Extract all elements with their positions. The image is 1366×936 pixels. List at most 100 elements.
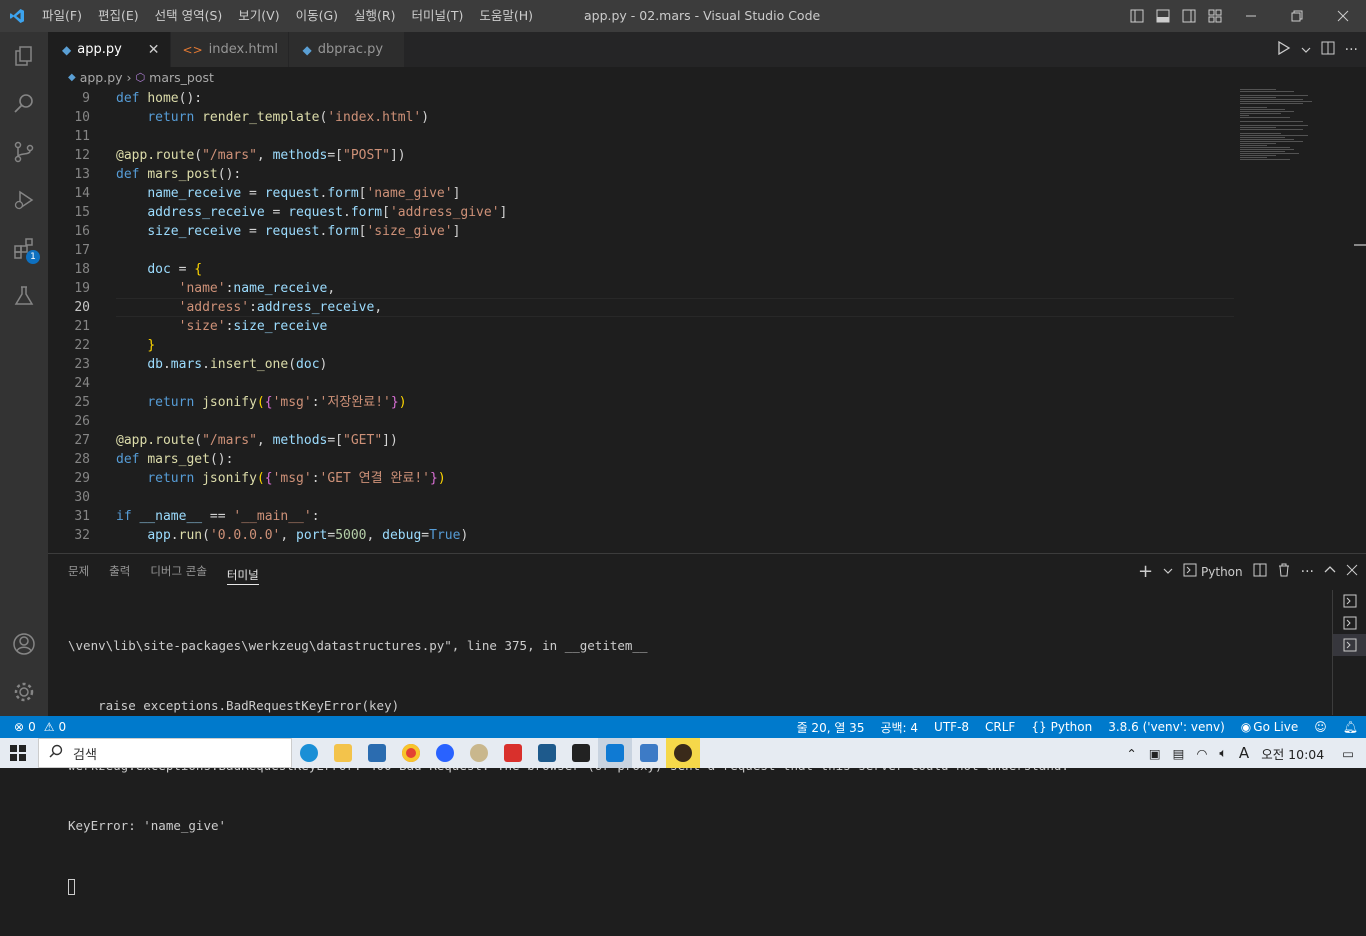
encoding[interactable]: UTF-8	[926, 720, 977, 734]
code-line[interactable]: 11	[48, 127, 1234, 146]
minimap[interactable]	[1234, 87, 1358, 553]
code-editor[interactable]: 9 def home(): 10 return render_template('i…	[48, 87, 1366, 553]
run-debug-icon[interactable]	[0, 176, 48, 224]
notification-center-icon[interactable]: ▭	[1330, 746, 1366, 761]
app-icon[interactable]	[428, 738, 462, 768]
code-line[interactable]: 13 def mars_post():	[48, 165, 1234, 184]
indentation[interactable]: 공백: 4	[872, 719, 926, 736]
wifi-icon[interactable]: ◠	[1190, 746, 1213, 761]
taskbar-search-box[interactable]: 검색	[38, 738, 292, 768]
ime-indicator[interactable]: A	[1233, 744, 1255, 762]
tray-app-icon[interactable]: ▤	[1167, 746, 1191, 761]
menu-item[interactable]: 터미널(T)	[404, 0, 472, 32]
code-line[interactable]: 22 }	[48, 336, 1234, 355]
terminal-shell-label[interactable]: Python	[1201, 565, 1243, 579]
language-mode[interactable]: Python	[1049, 720, 1101, 734]
code-line[interactable]: 18 doc = {	[48, 260, 1234, 279]
code-line[interactable]: 21 'size':size_receive	[48, 317, 1234, 336]
code-line[interactable]: 17	[48, 241, 1234, 260]
code-line[interactable]: 32 app.run('0.0.0.0', port=5000, debug=T…	[48, 526, 1234, 545]
chevron-up-icon[interactable]: ⌃	[1120, 746, 1142, 761]
code-line[interactable]: 14 name_receive = request.form['name_giv…	[48, 184, 1234, 203]
code-line[interactable]: 26	[48, 412, 1234, 431]
app-icon[interactable]	[632, 738, 666, 768]
python-interpreter[interactable]: 3.8.6 ('venv': venv)	[1100, 720, 1233, 734]
menu-item[interactable]: 파일(F)	[34, 0, 90, 32]
tab-index-html[interactable]: <> index.html	[170, 32, 289, 67]
terminal-instance-icon[interactable]	[1333, 612, 1366, 634]
kakaotalk-icon[interactable]	[666, 738, 700, 768]
go-live-button[interactable]: Go Live	[1253, 720, 1306, 734]
tray-app-icon[interactable]: ▣	[1143, 746, 1167, 761]
more-actions-icon[interactable]: ···	[1301, 564, 1314, 580]
search-icon[interactable]	[0, 80, 48, 128]
code-line[interactable]: 25 return jsonify({'msg':'저장완료!'})	[48, 393, 1234, 412]
notifications-bell-icon[interactable]: 🔔︎	[1335, 720, 1366, 734]
chrome-icon[interactable]	[394, 738, 428, 768]
extensions-icon[interactable]: 1	[0, 224, 48, 272]
menu-item[interactable]: 편집(E)	[90, 0, 147, 32]
menu-item[interactable]: 실행(R)	[346, 0, 403, 32]
testing-icon[interactable]	[0, 272, 48, 320]
source-control-icon[interactable]	[0, 128, 48, 176]
chevron-down-icon[interactable]	[1301, 40, 1311, 59]
end-of-line[interactable]: CRLF	[977, 720, 1023, 734]
vscode-logo-icon[interactable]	[0, 0, 34, 32]
feedback-icon[interactable]: ☺	[1306, 720, 1335, 734]
maximize-panel-icon[interactable]	[1324, 564, 1336, 579]
chevron-down-icon[interactable]	[1163, 565, 1173, 579]
code-line[interactable]: 16 size_receive = request.form['size_giv…	[48, 222, 1234, 241]
manage-gear-icon[interactable]	[0, 668, 48, 716]
scrollbar[interactable]	[1354, 244, 1366, 246]
edge-icon[interactable]	[292, 738, 326, 768]
toggle-panel-icon[interactable]	[1150, 0, 1176, 32]
minimize-icon[interactable]	[1228, 0, 1274, 32]
terminal-instance-icon[interactable]	[1333, 590, 1366, 612]
clock[interactable]: 오전 10:04	[1255, 744, 1330, 763]
tab-output[interactable]: 출력	[109, 554, 130, 589]
braces-icon[interactable]: {}	[1023, 720, 1048, 734]
breadcrumb-symbol[interactable]: mars_post	[149, 70, 214, 85]
explorer-icon[interactable]	[0, 32, 48, 80]
accounts-icon[interactable]	[0, 620, 48, 668]
code-line[interactable]: 24	[48, 374, 1234, 393]
code-line[interactable]: 19 'name':name_receive,	[48, 279, 1234, 298]
split-editor-icon[interactable]	[1321, 40, 1335, 59]
tab-problems[interactable]: 문제	[68, 554, 89, 589]
close-window-icon[interactable]	[1320, 0, 1366, 32]
breadcrumb-file[interactable]: app.py	[80, 70, 123, 85]
vscode-taskbar-icon[interactable]	[598, 738, 632, 768]
terminal-instance-icon[interactable]	[1333, 634, 1366, 656]
volume-icon[interactable]: 🔈︎	[1213, 745, 1233, 761]
code-line[interactable]: 23 db.mars.insert_one(doc)	[48, 355, 1234, 374]
close-tab-icon[interactable]: ✕	[148, 42, 160, 58]
app-icon[interactable]	[462, 738, 496, 768]
windows-start-icon[interactable]	[10, 745, 26, 765]
run-python-icon[interactable]	[1277, 40, 1291, 59]
tab-debug-console[interactable]: 디버그 콘솔	[150, 554, 207, 589]
cursor-position[interactable]: 줄 20, 열 35	[789, 719, 873, 736]
customize-layout-icon[interactable]	[1202, 0, 1228, 32]
toggle-sidebar-icon[interactable]	[1124, 0, 1150, 32]
code-line[interactable]: 28 def mars_get():	[48, 450, 1234, 469]
menu-item[interactable]: 선택 영역(S)	[147, 0, 231, 32]
menu-item[interactable]: 이동(G)	[288, 0, 346, 32]
code-line[interactable]: 27 @app.route("/mars", methods=["GET"])	[48, 431, 1234, 450]
app-icon[interactable]	[564, 738, 598, 768]
restore-icon[interactable]	[1274, 0, 1320, 32]
problems-status[interactable]: ⊗ 0 ⚠ 0	[0, 720, 66, 734]
close-panel-icon[interactable]	[1346, 564, 1358, 579]
tab-app-py[interactable]: ◆ app.py ✕	[48, 32, 171, 67]
menu-item[interactable]: 보기(V)	[230, 0, 287, 32]
code-line[interactable]: 20 'address':address_receive,	[48, 298, 1234, 317]
code-line[interactable]: 15 address_receive = request.form['addre…	[48, 203, 1234, 222]
more-actions-icon[interactable]: ···	[1345, 42, 1358, 58]
tab-terminal[interactable]: 터미널	[226, 558, 259, 585]
app-icon[interactable]	[496, 738, 530, 768]
split-terminal-icon[interactable]	[1253, 563, 1267, 580]
broadcast-icon[interactable]: ◉	[1233, 720, 1253, 734]
toggle-secondary-sidebar-icon[interactable]	[1176, 0, 1202, 32]
trash-icon[interactable]	[1277, 563, 1291, 580]
code-line[interactable]: 10 return render_template('index.html')	[48, 108, 1234, 127]
new-terminal-icon[interactable]: +	[1138, 561, 1153, 582]
